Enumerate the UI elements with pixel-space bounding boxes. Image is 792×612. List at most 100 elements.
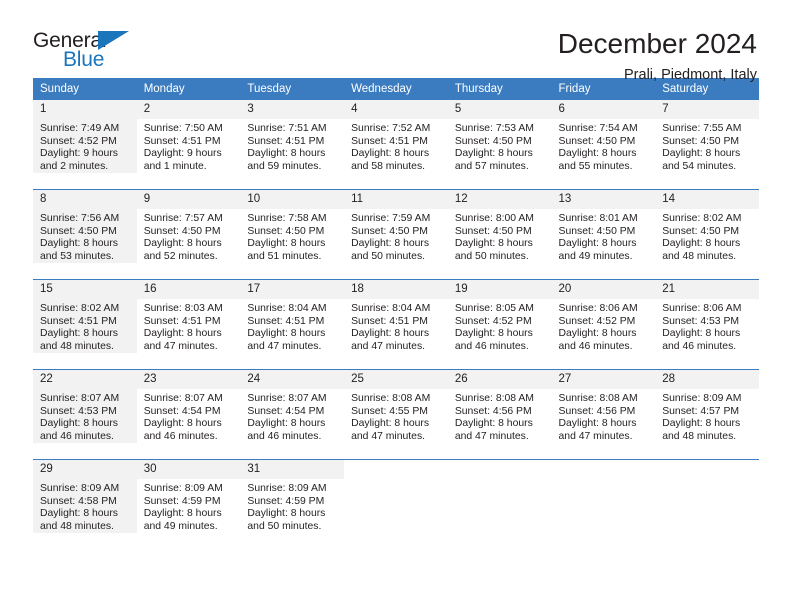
sunrise-text: Sunrise: 8:07 AM: [247, 393, 327, 404]
daylight-text-line2: and 58 minutes.: [351, 160, 426, 172]
day-cell[interactable]: 17 Sunrise: 8:04 AM Sunset: 4:51 PM Dayl…: [240, 279, 345, 370]
weekday-header-wednesday: Wednesday: [344, 78, 448, 100]
day-details: Sunrise: 8:04 AM Sunset: 4:51 PM Dayligh…: [344, 299, 448, 353]
daylight-text-line1: Daylight: 8 hours: [351, 328, 430, 340]
daylight-text-line1: Daylight: 8 hours: [662, 328, 741, 340]
week-row: 29 Sunrise: 8:09 AM Sunset: 4:58 PM Dayl…: [33, 459, 759, 549]
day-cell[interactable]: 16 Sunrise: 8:03 AM Sunset: 4:51 PM Dayl…: [136, 279, 241, 370]
daylight-text-line1: Daylight: 8 hours: [247, 508, 326, 520]
daylight-text-line2: and 48 minutes.: [40, 340, 114, 352]
day-cell[interactable]: 5 Sunrise: 7:53 AM Sunset: 4:50 PM Dayli…: [447, 100, 552, 190]
day-cell[interactable]: 12 Sunrise: 8:00 AM Sunset: 4:50 PM Dayl…: [447, 189, 552, 280]
sunrise-text: Sunrise: 8:09 AM: [143, 483, 223, 494]
week-row: 8 Sunrise: 7:56 AM Sunset: 4:50 PM Dayli…: [33, 189, 759, 280]
daylight-text-line1: Daylight: 8 hours: [40, 418, 118, 430]
sunrise-text: Sunrise: 7:55 AM: [662, 123, 742, 134]
sunset-text: Sunset: 4:55 PM: [351, 405, 428, 417]
sunrise-text: Sunrise: 8:08 AM: [351, 393, 431, 404]
calendar-table: Sunday Monday Tuesday Wednesday Thursday…: [33, 78, 759, 549]
day-cell[interactable]: 18 Sunrise: 8:04 AM Sunset: 4:51 PM Dayl…: [344, 279, 448, 370]
day-number: 2: [136, 100, 241, 119]
day-cell[interactable]: 8 Sunrise: 7:56 AM Sunset: 4:50 PM Dayli…: [33, 189, 137, 280]
sunset-text: Sunset: 4:51 PM: [247, 135, 325, 147]
day-number: 19: [447, 280, 552, 299]
day-number: 14: [655, 190, 759, 209]
day-cell[interactable]: 24 Sunrise: 8:07 AM Sunset: 4:54 PM Dayl…: [240, 369, 345, 460]
day-details: Sunrise: 8:06 AM Sunset: 4:53 PM Dayligh…: [655, 299, 759, 353]
sunset-text: Sunset: 4:51 PM: [351, 315, 428, 327]
day-details: Sunrise: 8:08 AM Sunset: 4:56 PM Dayligh…: [448, 389, 552, 443]
sunrise-text: Sunrise: 8:05 AM: [454, 303, 534, 314]
calendar-body: 1 Sunrise: 7:49 AM Sunset: 4:52 PM Dayli…: [33, 100, 759, 549]
daylight-text-line1: Daylight: 8 hours: [662, 238, 741, 250]
daylight-text-line2: and 48 minutes.: [40, 520, 114, 532]
sunset-text: Sunset: 4:59 PM: [247, 495, 325, 507]
sunrise-text: Sunrise: 7:56 AM: [40, 213, 120, 224]
day-cell[interactable]: 2 Sunrise: 7:50 AM Sunset: 4:51 PM Dayli…: [136, 100, 241, 190]
day-cell[interactable]: 9 Sunrise: 7:57 AM Sunset: 4:50 PM Dayli…: [136, 189, 241, 280]
day-cell[interactable]: 11 Sunrise: 7:59 AM Sunset: 4:50 PM Dayl…: [344, 189, 448, 280]
day-details: Sunrise: 8:07 AM Sunset: 4:53 PM Dayligh…: [33, 389, 137, 444]
sunrise-text: Sunrise: 8:03 AM: [143, 303, 223, 314]
day-cell[interactable]: 10 Sunrise: 7:58 AM Sunset: 4:50 PM Dayl…: [240, 189, 345, 280]
day-cell[interactable]: 19 Sunrise: 8:05 AM Sunset: 4:52 PM Dayl…: [447, 279, 552, 370]
day-cell[interactable]: 7 Sunrise: 7:55 AM Sunset: 4:50 PM Dayli…: [655, 100, 759, 190]
daylight-text-line1: Daylight: 8 hours: [454, 418, 533, 430]
daylight-text-line2: and 46 minutes.: [662, 340, 737, 352]
daylight-text-line2: and 50 minutes.: [351, 250, 426, 262]
day-cell[interactable]: 15 Sunrise: 8:02 AM Sunset: 4:51 PM Dayl…: [33, 279, 137, 370]
day-details: Sunrise: 7:52 AM Sunset: 4:51 PM Dayligh…: [344, 119, 448, 173]
daylight-text-line1: Daylight: 8 hours: [143, 418, 222, 430]
sunset-text: Sunset: 4:50 PM: [662, 135, 740, 147]
day-cell[interactable]: 30 Sunrise: 8:09 AM Sunset: 4:59 PM Dayl…: [136, 459, 241, 549]
sunrise-text: Sunrise: 8:08 AM: [454, 393, 534, 404]
sunrise-text: Sunrise: 8:00 AM: [454, 213, 534, 224]
weekday-header-sunday: Sunday: [33, 78, 137, 100]
day-details: [447, 479, 552, 483]
daylight-text-line2: and 50 minutes.: [247, 520, 322, 532]
sunset-text: Sunset: 4:54 PM: [143, 405, 221, 417]
sunrise-text: Sunrise: 7:58 AM: [247, 213, 327, 224]
daylight-text-line1: Daylight: 8 hours: [247, 328, 326, 340]
day-number: [344, 460, 448, 479]
daylight-text-line2: and 47 minutes.: [454, 430, 529, 442]
day-cell[interactable]: 4 Sunrise: 7:52 AM Sunset: 4:51 PM Dayli…: [344, 100, 448, 190]
daylight-text-line1: Daylight: 9 hours: [143, 148, 222, 160]
day-number: 7: [655, 100, 759, 119]
sunrise-text: Sunrise: 7:54 AM: [558, 123, 638, 134]
day-cell-empty: [447, 459, 552, 549]
day-cell[interactable]: 26 Sunrise: 8:08 AM Sunset: 4:56 PM Dayl…: [447, 369, 552, 460]
day-cell[interactable]: 27 Sunrise: 8:08 AM Sunset: 4:56 PM Dayl…: [551, 369, 656, 460]
week-row: 1 Sunrise: 7:49 AM Sunset: 4:52 PM Dayli…: [33, 100, 759, 190]
daylight-text-line1: Daylight: 8 hours: [247, 418, 326, 430]
day-details: Sunrise: 8:05 AM Sunset: 4:52 PM Dayligh…: [448, 299, 552, 353]
day-cell[interactable]: 28 Sunrise: 8:09 AM Sunset: 4:57 PM Dayl…: [655, 369, 759, 460]
day-number: 17: [240, 280, 345, 299]
sunrise-text: Sunrise: 8:01 AM: [558, 213, 638, 224]
day-cell[interactable]: 3 Sunrise: 7:51 AM Sunset: 4:51 PM Dayli…: [240, 100, 345, 190]
week-row: 15 Sunrise: 8:02 AM Sunset: 4:51 PM Dayl…: [33, 279, 759, 370]
day-cell[interactable]: 1 Sunrise: 7:49 AM Sunset: 4:52 PM Dayli…: [33, 100, 137, 190]
day-cell[interactable]: 23 Sunrise: 8:07 AM Sunset: 4:54 PM Dayl…: [136, 369, 241, 460]
day-cell[interactable]: 6 Sunrise: 7:54 AM Sunset: 4:50 PM Dayli…: [551, 100, 656, 190]
daylight-text-line1: Daylight: 8 hours: [247, 148, 326, 160]
sunset-text: Sunset: 4:50 PM: [662, 225, 740, 237]
sunset-text: Sunset: 4:50 PM: [40, 225, 117, 237]
day-details: Sunrise: 8:09 AM Sunset: 4:59 PM Dayligh…: [137, 479, 241, 533]
general-blue-logo[interactable]: General Blue: [33, 28, 138, 76]
day-number: 23: [136, 370, 241, 389]
sunset-text: Sunset: 4:52 PM: [454, 315, 532, 327]
day-cell[interactable]: 22 Sunrise: 8:07 AM Sunset: 4:53 PM Dayl…: [33, 369, 137, 460]
day-cell[interactable]: 14 Sunrise: 8:02 AM Sunset: 4:50 PM Dayl…: [655, 189, 759, 280]
day-cell[interactable]: 13 Sunrise: 8:01 AM Sunset: 4:50 PM Dayl…: [551, 189, 656, 280]
day-cell[interactable]: 25 Sunrise: 8:08 AM Sunset: 4:55 PM Dayl…: [344, 369, 448, 460]
day-cell[interactable]: 21 Sunrise: 8:06 AM Sunset: 4:53 PM Dayl…: [655, 279, 759, 370]
day-cell[interactable]: 20 Sunrise: 8:06 AM Sunset: 4:52 PM Dayl…: [551, 279, 656, 370]
day-details: Sunrise: 7:51 AM Sunset: 4:51 PM Dayligh…: [240, 119, 344, 173]
day-cell[interactable]: 29 Sunrise: 8:09 AM Sunset: 4:58 PM Dayl…: [33, 459, 137, 549]
daylight-text-line2: and 46 minutes.: [143, 430, 218, 442]
day-number: 29: [33, 460, 137, 479]
sunset-text: Sunset: 4:53 PM: [40, 405, 117, 417]
daylight-text-line1: Daylight: 8 hours: [351, 148, 430, 160]
day-cell[interactable]: 31 Sunrise: 8:09 AM Sunset: 4:59 PM Dayl…: [240, 459, 345, 549]
